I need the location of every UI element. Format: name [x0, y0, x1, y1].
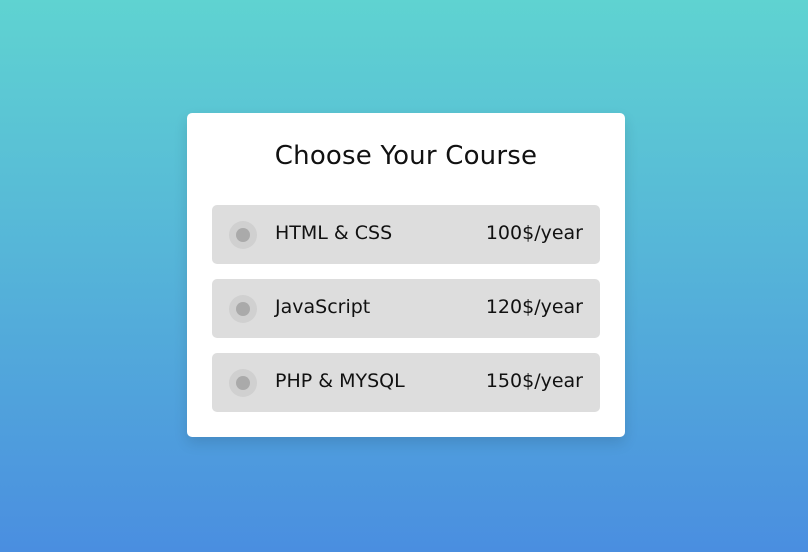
radio-button-icon[interactable] — [229, 369, 257, 397]
course-option-html-css[interactable]: HTML & CSS 100$/year — [212, 205, 600, 264]
course-card: Choose Your Course HTML & CSS 100$/year … — [187, 113, 625, 437]
course-option-javascript[interactable]: JavaScript 120$/year — [212, 279, 600, 338]
card-title: Choose Your Course — [274, 141, 538, 171]
course-label: PHP & MYSQL — [275, 370, 405, 392]
radio-button-icon[interactable] — [229, 295, 257, 323]
course-label: JavaScript — [275, 296, 371, 318]
radio-dot-icon — [236, 228, 250, 242]
radio-dot-icon — [236, 302, 250, 316]
course-price: 120$/year — [485, 296, 583, 318]
course-label: HTML & CSS — [275, 222, 393, 244]
course-price: 100$/year — [485, 222, 583, 244]
radio-button-icon[interactable] — [229, 221, 257, 249]
course-price: 150$/year — [485, 370, 583, 392]
course-option-php-mysql[interactable]: PHP & MYSQL 150$/year — [212, 353, 600, 412]
radio-dot-icon — [236, 376, 250, 390]
